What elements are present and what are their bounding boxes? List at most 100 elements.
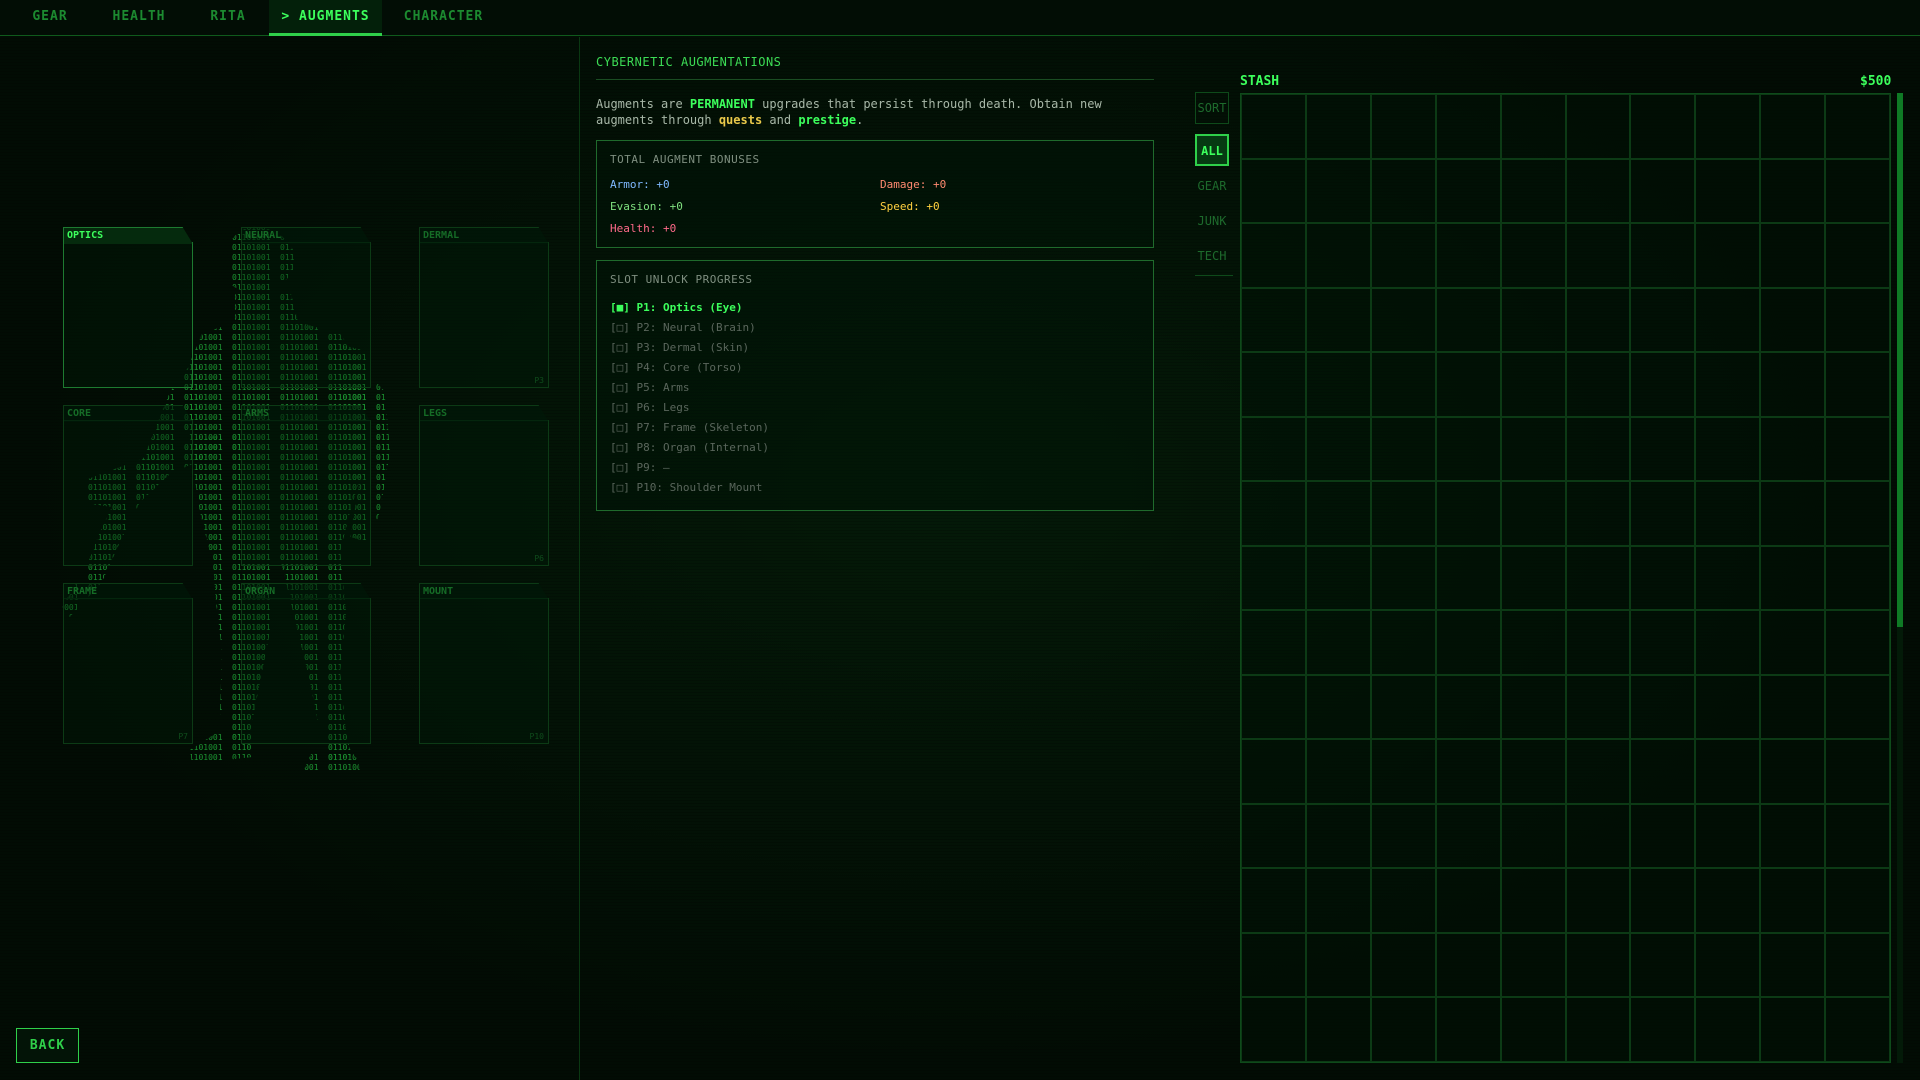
stash-cell[interactable]	[1241, 545, 1306, 611]
stash-cell[interactable]	[1241, 352, 1306, 417]
stash-cell[interactable]	[1305, 352, 1371, 417]
stash-cell[interactable]	[1241, 997, 1306, 1062]
stash-cell[interactable]	[1305, 158, 1371, 224]
back-button[interactable]: BACK	[16, 1028, 79, 1063]
stash-cell[interactable]	[1241, 481, 1306, 546]
stash-cell[interactable]	[1305, 94, 1371, 159]
stash-cell[interactable]	[1565, 545, 1631, 611]
stash-cell[interactable]	[1241, 287, 1306, 353]
stash-cell[interactable]	[1695, 158, 1761, 224]
stash-cell[interactable]	[1435, 803, 1501, 869]
stash-cell[interactable]	[1760, 481, 1826, 546]
stash-cell[interactable]	[1370, 158, 1436, 224]
stash-cell[interactable]	[1825, 739, 1890, 804]
stash-cell[interactable]	[1370, 223, 1436, 288]
stash-cell[interactable]	[1435, 352, 1501, 417]
stash-cell[interactable]	[1630, 94, 1696, 159]
slot-frame[interactable]: FRAME P7	[63, 583, 193, 744]
stash-cell[interactable]	[1695, 997, 1761, 1062]
stash-cell[interactable]	[1630, 997, 1696, 1062]
stash-cell[interactable]	[1760, 868, 1826, 933]
stash-cell[interactable]	[1500, 803, 1566, 869]
stash-cell[interactable]	[1760, 997, 1826, 1062]
stash-cell[interactable]	[1825, 545, 1890, 611]
stash-cell[interactable]	[1435, 158, 1501, 224]
stash-cell[interactable]	[1825, 610, 1890, 675]
stash-cell[interactable]	[1630, 416, 1696, 482]
stash-cell[interactable]	[1241, 739, 1306, 804]
stash-cell[interactable]	[1370, 352, 1436, 417]
stash-cell[interactable]	[1825, 158, 1890, 224]
stash-cell[interactable]	[1435, 868, 1501, 933]
stash-cell[interactable]	[1305, 481, 1371, 546]
filter-gear-button[interactable]: GEAR	[1195, 169, 1229, 204]
stash-cell[interactable]	[1565, 868, 1631, 933]
stash-cell[interactable]	[1630, 868, 1696, 933]
stash-cell[interactable]	[1695, 352, 1761, 417]
stash-cell[interactable]	[1760, 545, 1826, 611]
stash-cell[interactable]	[1305, 803, 1371, 869]
stash-cell[interactable]	[1565, 352, 1631, 417]
stash-cell[interactable]	[1695, 674, 1761, 740]
stash-cell[interactable]	[1825, 932, 1890, 998]
stash-cell[interactable]	[1370, 287, 1436, 353]
stash-cell[interactable]	[1500, 610, 1566, 675]
stash-cell[interactable]	[1565, 94, 1631, 159]
stash-cell[interactable]	[1370, 739, 1436, 804]
stash-cell[interactable]	[1695, 545, 1761, 611]
stash-cell[interactable]	[1565, 287, 1631, 353]
stash-cell[interactable]	[1760, 287, 1826, 353]
stash-cell[interactable]	[1695, 287, 1761, 353]
sort-button[interactable]: SORT	[1195, 92, 1229, 124]
stash-cell[interactable]	[1500, 416, 1566, 482]
stash-cell[interactable]	[1370, 481, 1436, 546]
stash-cell[interactable]	[1630, 223, 1696, 288]
tab-rita[interactable]: RITA	[198, 0, 258, 36]
stash-cell[interactable]	[1500, 158, 1566, 224]
stash-cell[interactable]	[1435, 739, 1501, 804]
stash-cell[interactable]	[1825, 352, 1890, 417]
stash-scrollbar[interactable]	[1897, 93, 1903, 1063]
scroll-thumb[interactable]	[1897, 93, 1903, 627]
stash-cell[interactable]	[1630, 158, 1696, 224]
stash-cell[interactable]	[1305, 416, 1371, 482]
stash-cell[interactable]	[1500, 674, 1566, 740]
stash-cell[interactable]	[1241, 868, 1306, 933]
stash-cell[interactable]	[1695, 739, 1761, 804]
stash-cell[interactable]	[1630, 352, 1696, 417]
slot-organ[interactable]: ORGAN	[241, 583, 371, 744]
stash-cell[interactable]	[1370, 416, 1436, 482]
stash-cell[interactable]	[1825, 416, 1890, 482]
stash-cell[interactable]	[1695, 932, 1761, 998]
stash-cell[interactable]	[1695, 803, 1761, 869]
stash-cell[interactable]	[1241, 223, 1306, 288]
stash-cell[interactable]	[1500, 868, 1566, 933]
stash-cell[interactable]	[1825, 481, 1890, 546]
stash-cell[interactable]	[1305, 739, 1371, 804]
tab-health[interactable]: HEALTH	[104, 0, 174, 36]
stash-cell[interactable]	[1500, 997, 1566, 1062]
stash-cell[interactable]	[1565, 416, 1631, 482]
slot-neural[interactable]: NEURAL	[241, 227, 371, 388]
stash-cell[interactable]	[1305, 610, 1371, 675]
stash-cell[interactable]	[1565, 223, 1631, 288]
stash-cell[interactable]	[1241, 416, 1306, 482]
filter-tech-button[interactable]: TECH	[1195, 239, 1229, 274]
stash-cell[interactable]	[1825, 997, 1890, 1062]
stash-cell[interactable]	[1630, 287, 1696, 353]
stash-cell[interactable]	[1825, 674, 1890, 740]
stash-cell[interactable]	[1760, 352, 1826, 417]
stash-cell[interactable]	[1370, 803, 1436, 869]
stash-cell[interactable]	[1695, 416, 1761, 482]
stash-cell[interactable]	[1695, 223, 1761, 288]
stash-cell[interactable]	[1630, 545, 1696, 611]
stash-cell[interactable]	[1630, 674, 1696, 740]
stash-cell[interactable]	[1241, 803, 1306, 869]
stash-cell[interactable]	[1305, 287, 1371, 353]
stash-cell[interactable]	[1370, 868, 1436, 933]
stash-cell[interactable]	[1695, 868, 1761, 933]
stash-cell[interactable]	[1565, 739, 1631, 804]
stash-cell[interactable]	[1695, 610, 1761, 675]
stash-cell[interactable]	[1630, 803, 1696, 869]
slot-legs[interactable]: LEGS P6	[419, 405, 549, 566]
